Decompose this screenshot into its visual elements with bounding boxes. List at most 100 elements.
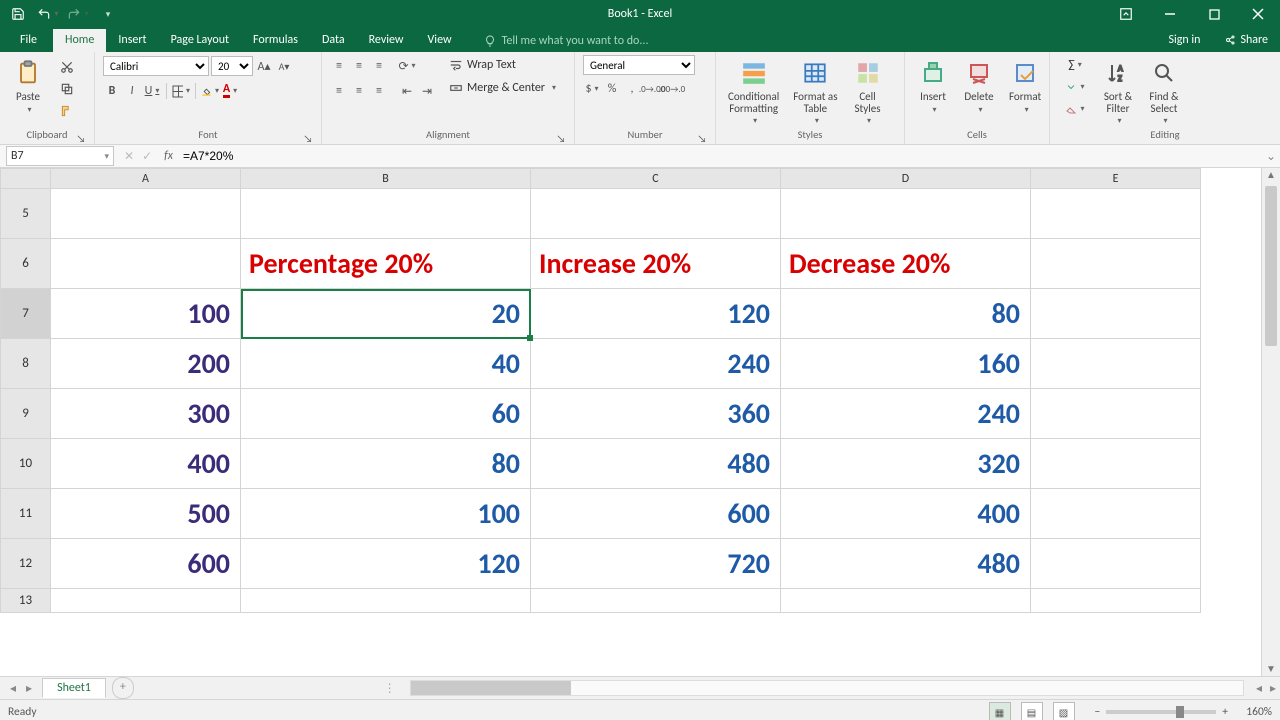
col-header-E[interactable]: E — [1031, 169, 1201, 189]
cell-C6[interactable]: Increase 20% — [531, 239, 781, 289]
align-middle-button[interactable]: ≡ — [350, 57, 368, 75]
col-header-A[interactable]: A — [51, 169, 241, 189]
col-header-B[interactable]: B — [241, 169, 531, 189]
format-painter-button[interactable] — [54, 101, 80, 121]
ribbon-display-options-button[interactable] — [1104, 0, 1148, 28]
number-launcher[interactable]: ↘ — [697, 132, 707, 142]
cell-D7[interactable]: 80 — [781, 289, 1031, 339]
cell-E6[interactable] — [1031, 239, 1201, 289]
vertical-scrollbar[interactable]: ▲ ▼ — [1261, 168, 1280, 676]
merge-center-button[interactable]: Merge & Center — [446, 78, 562, 98]
col-header-D[interactable]: D — [781, 169, 1031, 189]
cell-D11[interactable]: 400 — [781, 489, 1031, 539]
name-box[interactable]: B7 ▾ — [6, 146, 114, 166]
increase-font-size-button[interactable]: A▴ — [255, 57, 273, 75]
orientation-button[interactable]: ⟳ — [398, 57, 416, 75]
row-header-13[interactable]: 13 — [1, 589, 51, 613]
cell-C12[interactable]: 720 — [531, 539, 781, 589]
cell-B9[interactable]: 60 — [241, 389, 531, 439]
underline-button[interactable]: U — [143, 82, 161, 100]
cell-C5[interactable] — [531, 189, 781, 239]
expand-formula-bar-button[interactable]: ⌄ — [1262, 149, 1280, 164]
zoom-slider[interactable] — [1106, 710, 1216, 714]
redo-button[interactable] — [66, 3, 90, 25]
view-normal-button[interactable]: ▦ — [989, 702, 1011, 720]
close-button[interactable] — [1236, 0, 1280, 28]
cell-D6[interactable]: Decrease 20% — [781, 239, 1031, 289]
cell-A5[interactable] — [51, 189, 241, 239]
row-header-7[interactable]: 7 — [1, 289, 51, 339]
hscroll-thumb[interactable] — [411, 681, 571, 695]
font-name-select[interactable]: Calibri — [103, 56, 209, 76]
cell-A7[interactable]: 100 — [51, 289, 241, 339]
insert-cells-button[interactable]: Insert — [913, 55, 953, 117]
row-header-12[interactable]: 12 — [1, 539, 51, 589]
cell-B10[interactable]: 80 — [241, 439, 531, 489]
percent-format-button[interactable]: % — [603, 80, 621, 98]
decrease-indent-button[interactable]: ⇤ — [398, 82, 416, 100]
maximize-button[interactable] — [1192, 0, 1236, 28]
find-select-button[interactable]: Find & Select — [1144, 55, 1184, 128]
bold-button[interactable]: B — [103, 82, 121, 100]
accounting-format-button[interactable]: $ — [583, 80, 601, 98]
cell-C10[interactable]: 480 — [531, 439, 781, 489]
zoom-in-button[interactable]: + — [1222, 705, 1228, 719]
row-header-8[interactable]: 8 — [1, 339, 51, 389]
tell-me-search[interactable]: Tell me what you want to do... — [476, 30, 657, 52]
scroll-up-button[interactable]: ▲ — [1262, 168, 1280, 182]
tab-formulas[interactable]: Formulas — [241, 29, 310, 52]
cell-A9[interactable]: 300 — [51, 389, 241, 439]
cell-C7[interactable]: 120 — [531, 289, 781, 339]
tab-scroll-right-button[interactable]: ▸ — [26, 681, 32, 696]
cell-B7[interactable]: 20 — [241, 289, 531, 339]
cell-E7[interactable] — [1031, 289, 1201, 339]
cell-C11[interactable]: 600 — [531, 489, 781, 539]
cell-D9[interactable]: 240 — [781, 389, 1031, 439]
cell-A10[interactable]: 400 — [51, 439, 241, 489]
view-page-layout-button[interactable]: ▤ — [1021, 702, 1043, 720]
tab-page-layout[interactable]: Page Layout — [159, 29, 241, 52]
wrap-text-button[interactable]: Wrap Text — [446, 55, 552, 75]
conditional-formatting-button[interactable]: Conditional Formatting — [724, 55, 783, 128]
cell-B11[interactable]: 100 — [241, 489, 531, 539]
cell-A8[interactable]: 200 — [51, 339, 241, 389]
cell-D10[interactable]: 320 — [781, 439, 1031, 489]
format-as-table-button[interactable]: Format as Table — [789, 55, 841, 128]
undo-button[interactable] — [36, 3, 60, 25]
alignment-launcher[interactable]: ↘ — [556, 132, 566, 142]
cell-A13[interactable] — [51, 589, 241, 613]
cell-C8[interactable]: 240 — [531, 339, 781, 389]
tab-data[interactable]: Data — [310, 29, 357, 52]
scroll-down-button[interactable]: ▼ — [1262, 662, 1280, 676]
tab-file[interactable]: File — [4, 29, 53, 52]
sheet-tab-sheet1[interactable]: Sheet1 — [42, 678, 106, 698]
italic-button[interactable]: I — [123, 82, 141, 100]
cell-E8[interactable] — [1031, 339, 1201, 389]
cell-A12[interactable]: 600 — [51, 539, 241, 589]
decrease-font-size-button[interactable]: A▾ — [275, 57, 293, 75]
tab-scroll-left-button[interactable]: ◂ — [10, 681, 16, 696]
col-header-C[interactable]: C — [531, 169, 781, 189]
fill-button[interactable] — [1058, 77, 1092, 97]
font-size-select[interactable]: 20 — [211, 56, 253, 76]
tab-home[interactable]: Home — [53, 29, 106, 52]
font-launcher[interactable]: ↘ — [303, 132, 313, 142]
cell-E10[interactable] — [1031, 439, 1201, 489]
row-header-5[interactable]: 5 — [1, 189, 51, 239]
tab-view[interactable]: View — [416, 29, 464, 52]
number-format-select[interactable]: General — [583, 55, 695, 75]
clear-button[interactable] — [1058, 99, 1092, 119]
view-page-break-button[interactable]: ▨ — [1053, 702, 1075, 720]
row-header-11[interactable]: 11 — [1, 489, 51, 539]
vscroll-thumb[interactable] — [1265, 186, 1277, 346]
cell-C9[interactable]: 360 — [531, 389, 781, 439]
cell-B12[interactable]: 120 — [241, 539, 531, 589]
font-color-button[interactable]: A — [221, 82, 239, 100]
align-bottom-button[interactable]: ≡ — [370, 57, 388, 75]
cell-B5[interactable] — [241, 189, 531, 239]
tab-insert[interactable]: Insert — [106, 29, 158, 52]
paste-button[interactable]: Paste — [8, 55, 48, 117]
share-button[interactable]: Share — [1212, 29, 1280, 52]
sort-filter-button[interactable]: AZSort & Filter — [1098, 55, 1138, 128]
cell-B13[interactable] — [241, 589, 531, 613]
